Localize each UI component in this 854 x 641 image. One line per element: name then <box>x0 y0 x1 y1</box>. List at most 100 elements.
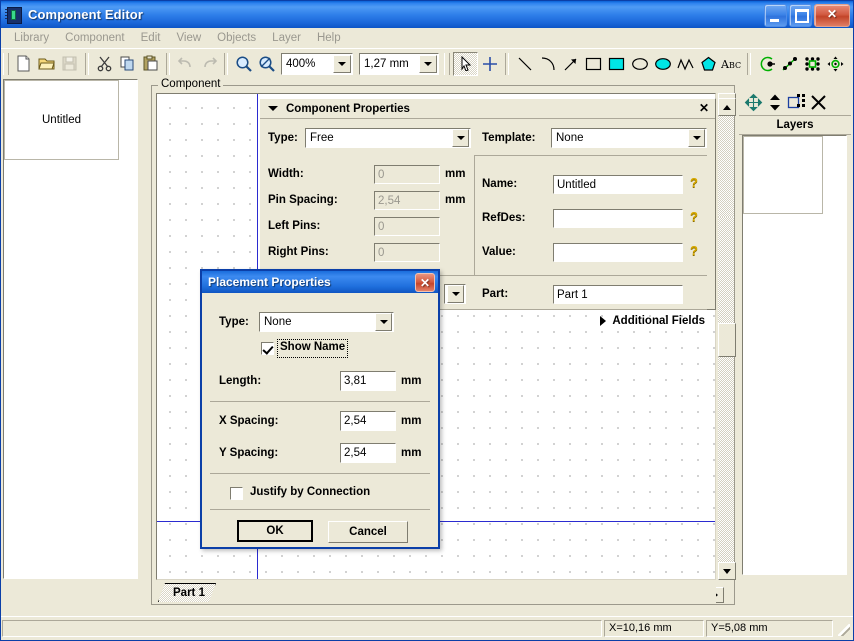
close-icon[interactable]: ✕ <box>699 101 709 115</box>
layers-header: Layers <box>739 116 851 135</box>
crosshair-icon[interactable] <box>478 53 501 75</box>
template-combo[interactable]: None <box>551 128 707 148</box>
properties-scroll-up-button[interactable] <box>718 98 736 116</box>
part-field[interactable]: Part 1 <box>553 285 683 304</box>
type-combo[interactable]: Free <box>305 128 471 148</box>
menu-item-edit[interactable]: Edit <box>133 30 169 46</box>
pin-grid-icon[interactable] <box>801 53 824 75</box>
layers-toolbar <box>739 89 851 116</box>
toolbar-grip-2[interactable] <box>444 52 450 75</box>
chevron-down-icon[interactable] <box>452 129 469 147</box>
undo-icon[interactable] <box>174 53 197 75</box>
layers-list-item[interactable] <box>743 136 823 214</box>
paste-icon[interactable] <box>139 53 162 75</box>
properties-vscrollbar[interactable] <box>718 98 736 217</box>
toolbar-grip[interactable] <box>3 52 9 75</box>
refdes-field[interactable] <box>553 209 683 228</box>
part-nav-combo[interactable] <box>444 284 466 304</box>
toolbar-separator <box>166 52 170 75</box>
pin-spacing-field[interactable]: 2,54 <box>374 191 440 210</box>
refdes-help-icon[interactable]: ? <box>690 209 698 224</box>
layers-list[interactable] <box>742 135 847 575</box>
canvas-vscroll-thumb[interactable] <box>718 323 736 357</box>
zoom-out-icon[interactable] <box>255 53 278 75</box>
component-properties-header[interactable]: Component Properties ✕ <box>260 99 715 119</box>
chevron-right-icon <box>600 316 607 326</box>
right-pins-field[interactable]: 0 <box>374 243 440 262</box>
polyline-icon[interactable] <box>674 53 697 75</box>
copy-icon[interactable] <box>116 53 139 75</box>
scroll-down-button[interactable] <box>718 562 736 580</box>
new-layer-icon[interactable] <box>787 93 805 111</box>
save-icon[interactable] <box>58 53 81 75</box>
chevron-down-icon[interactable] <box>375 313 392 331</box>
chevron-down-icon[interactable] <box>268 106 278 111</box>
minimize-button[interactable] <box>764 4 787 27</box>
pin-row-icon[interactable] <box>778 53 801 75</box>
value-help-icon[interactable]: ? <box>690 243 698 258</box>
dialog-close-button[interactable]: ✕ <box>415 273 435 292</box>
chevron-down-icon[interactable] <box>419 54 437 73</box>
ok-button[interactable]: OK <box>237 520 313 542</box>
pin-spacing-unit: mm <box>445 194 466 206</box>
right-pins-label: Right Pins: <box>268 246 329 258</box>
arc-icon[interactable] <box>536 53 559 75</box>
close-button[interactable]: ✕ <box>814 4 850 27</box>
grid-size-combo[interactable]: 1,27 mm <box>359 52 439 75</box>
menu-item-objects[interactable]: Objects <box>209 30 264 46</box>
menu-item-library[interactable]: Library <box>6 30 57 46</box>
new-file-icon[interactable] <box>12 53 35 75</box>
name-help-icon[interactable]: ? <box>690 175 698 190</box>
tree-item-untitled[interactable]: Untitled <box>4 80 119 160</box>
zoom-in-icon[interactable] <box>232 53 255 75</box>
filled-ellipse-icon[interactable] <box>651 53 674 75</box>
reorder-layer-icon[interactable] <box>768 93 782 112</box>
pin-place-icon[interactable] <box>824 53 847 75</box>
right-column-top-divider <box>474 155 707 156</box>
toolbar-separator <box>747 52 751 75</box>
select-arrow-icon[interactable] <box>453 51 478 76</box>
left-pins-field[interactable]: 0 <box>374 217 440 236</box>
y-spacing-label: Y Spacing: <box>219 447 279 459</box>
name-field[interactable]: Untitled <box>553 175 683 194</box>
rectangle-icon[interactable] <box>582 53 605 75</box>
justify-by-connection-checkbox[interactable] <box>230 487 243 500</box>
menu-item-component[interactable]: Component <box>57 30 132 46</box>
menu-item-view[interactable]: View <box>168 30 209 46</box>
show-name-checkbox[interactable] <box>261 342 274 355</box>
chevron-down-icon[interactable] <box>333 54 351 73</box>
cancel-button[interactable]: Cancel <box>328 521 408 543</box>
ellipse-icon[interactable] <box>628 53 651 75</box>
x-spacing-value: 2,54 <box>344 415 367 427</box>
resize-grip[interactable] <box>838 624 850 636</box>
x-spacing-field[interactable]: 2,54 <box>340 411 396 431</box>
delete-layer-icon[interactable] <box>810 94 827 111</box>
text-icon[interactable]: A BC <box>720 53 743 75</box>
maximize-button[interactable] <box>789 4 812 27</box>
chevron-down-icon[interactable] <box>688 129 705 147</box>
component-editor-window: Component Editor ✕ Library Component Edi… <box>0 0 854 641</box>
redo-icon[interactable] <box>197 53 220 75</box>
menu-item-help[interactable]: Help <box>309 30 349 46</box>
pin-icon[interactable] <box>755 53 778 75</box>
length-field[interactable]: 3,81 <box>340 371 396 391</box>
polygon-icon[interactable] <box>697 53 720 75</box>
filled-rectangle-icon[interactable] <box>605 53 628 75</box>
line-icon[interactable] <box>513 53 536 75</box>
value-field[interactable] <box>553 243 683 262</box>
zoom-level-combo[interactable]: 400% <box>281 52 353 75</box>
tab-part-1[interactable]: Part 1 <box>158 583 216 602</box>
move-layer-icon[interactable] <box>744 93 763 112</box>
additional-fields-toggle[interactable]: Additional Fields <box>600 315 705 327</box>
chevron-down-icon[interactable] <box>447 285 464 303</box>
open-folder-icon[interactable] <box>35 53 58 75</box>
dialog-type-combo[interactable]: None <box>259 312 394 332</box>
left-panel-splitter[interactable] <box>3 579 138 584</box>
menu-item-layer[interactable]: Layer <box>264 30 309 46</box>
justify-by-connection-label: Justify by Connection <box>250 486 371 498</box>
cut-scissors-icon[interactable] <box>93 53 116 75</box>
component-tree-panel[interactable]: Untitled <box>3 79 138 579</box>
width-field[interactable]: 0 <box>374 165 440 184</box>
y-spacing-field[interactable]: 2,54 <box>340 443 396 463</box>
arrow-icon[interactable] <box>559 53 582 75</box>
